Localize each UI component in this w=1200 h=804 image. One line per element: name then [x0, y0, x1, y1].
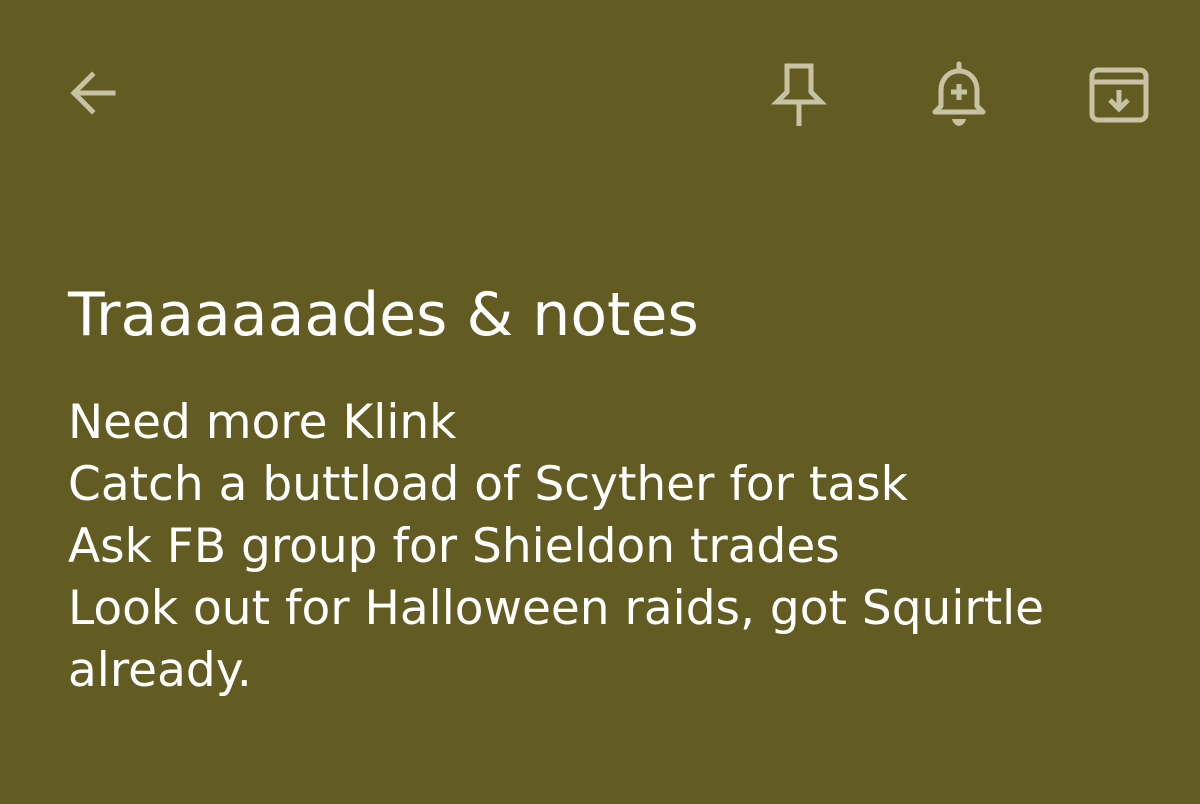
note-line: Catch a buttload of Scyther for task — [68, 457, 908, 512]
bell-plus-icon — [932, 61, 986, 127]
note-editor: Traaaaaades & notes Need more Klink Catc… — [0, 0, 1200, 804]
note-body[interactable]: Need more Klink Catch a buttload of Scyt… — [68, 392, 1168, 702]
reminder-button[interactable] — [914, 48, 1004, 138]
arrow-left-icon — [70, 71, 116, 115]
note-line: Need more Klink — [68, 395, 457, 450]
note-toolbar — [0, 0, 1200, 190]
note-title[interactable]: Traaaaaades & notes — [68, 270, 1168, 360]
archive-icon — [1089, 67, 1149, 123]
back-button[interactable] — [48, 48, 138, 138]
pin-button[interactable] — [754, 48, 844, 138]
note-line: Look out for Halloween raids, got Squirt… — [68, 581, 1045, 698]
pin-icon — [770, 63, 828, 126]
note-line: Ask FB group for Shieldon trades — [68, 519, 840, 574]
note-content: Traaaaaades & notes Need more Klink Catc… — [68, 270, 1168, 702]
archive-button[interactable] — [1074, 48, 1164, 138]
